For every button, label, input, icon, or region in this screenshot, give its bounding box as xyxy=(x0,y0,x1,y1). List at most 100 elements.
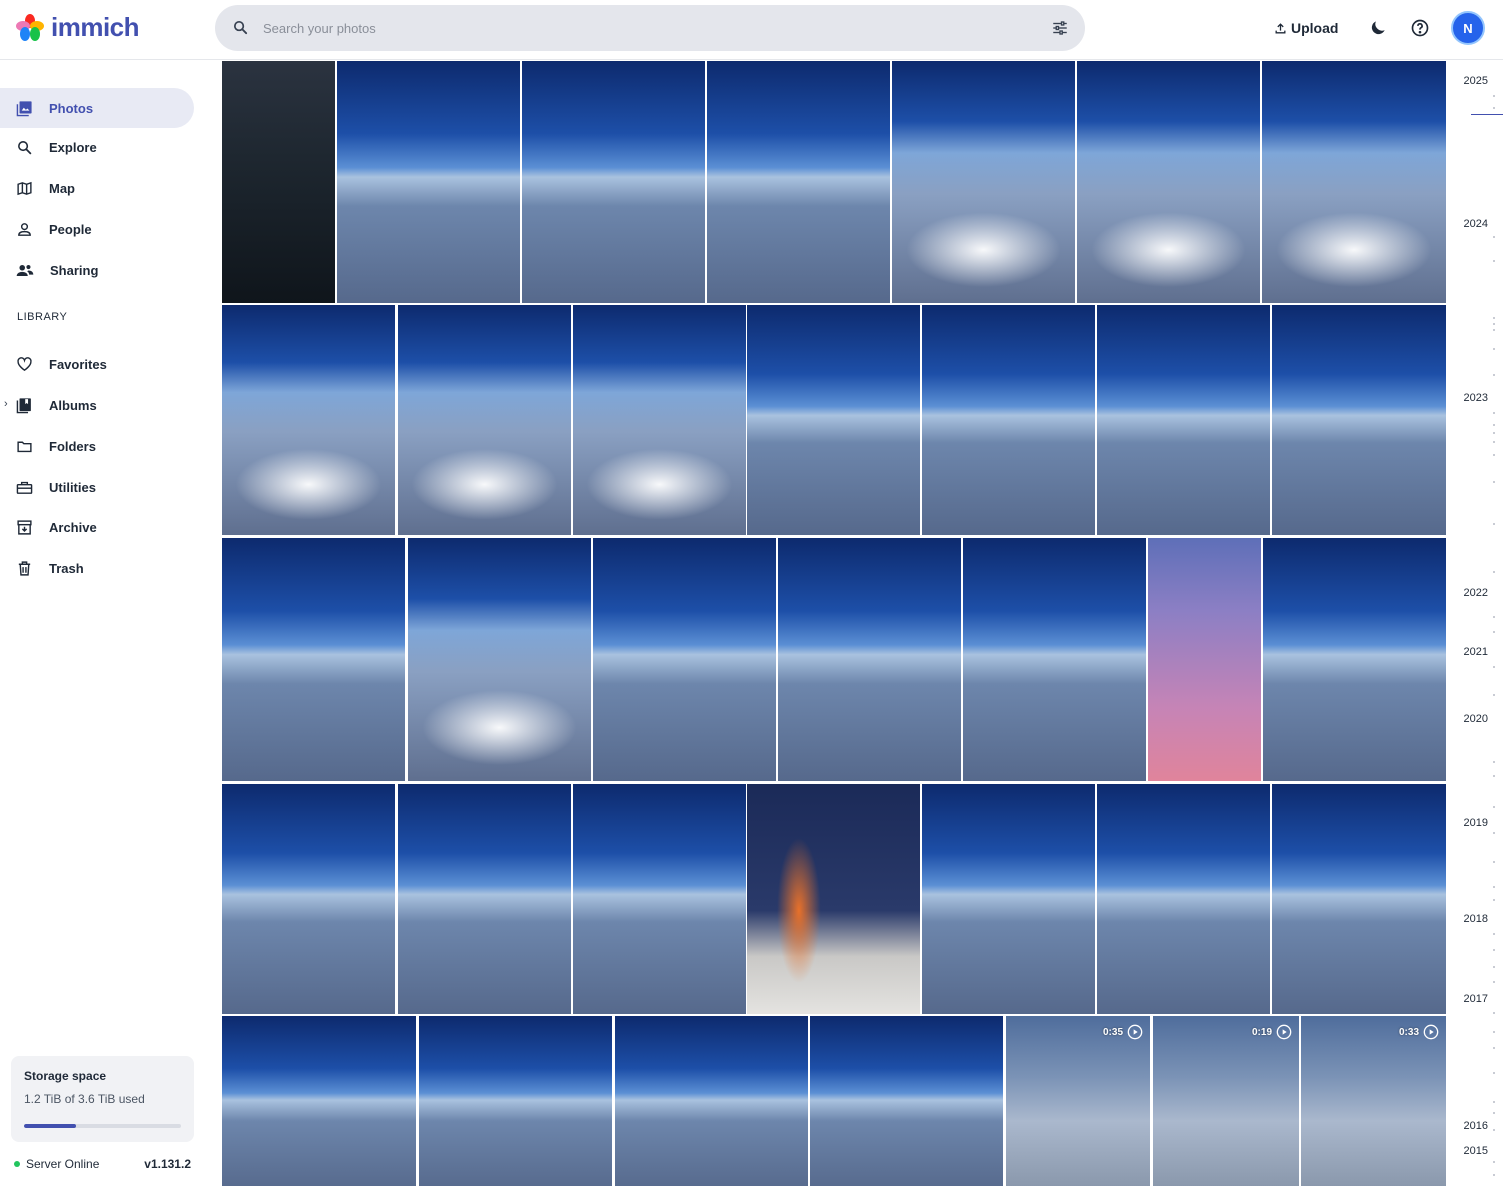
photo-thumbnail[interactable] xyxy=(522,61,705,303)
timeline-tick xyxy=(1493,775,1495,777)
search-filter-icon[interactable] xyxy=(1051,19,1069,42)
photo-thumbnail[interactable] xyxy=(1097,305,1270,535)
library-section-label: LIBRARY xyxy=(17,311,68,323)
timeline-tick xyxy=(1493,260,1495,262)
timeline-tick xyxy=(1493,523,1495,525)
photo-thumbnail[interactable] xyxy=(1148,538,1261,781)
sidebar-item-label: Folders xyxy=(49,438,96,454)
video-thumbnail[interactable]: 0:35 xyxy=(1006,1016,1150,1186)
timeline-tick xyxy=(1493,933,1495,935)
photo-thumbnail[interactable] xyxy=(419,1016,612,1186)
photo-thumbnail[interactable] xyxy=(573,305,746,535)
video-duration-label: 0:35 xyxy=(1102,1026,1123,1038)
timeline-tick xyxy=(1493,966,1495,968)
timeline-year-label[interactable]: 2024 xyxy=(1464,218,1488,230)
timeline-tick xyxy=(1493,832,1495,834)
immich-logo[interactable]: immich xyxy=(15,12,140,43)
timeline-position-indicator[interactable] xyxy=(1471,114,1503,115)
sidebar-item-people[interactable]: People xyxy=(0,209,194,249)
timeline-year-label[interactable]: 2020 xyxy=(1464,713,1488,725)
search-icon[interactable] xyxy=(232,19,249,41)
photo-thumbnail[interactable] xyxy=(222,1016,416,1186)
folder-icon xyxy=(17,441,32,452)
timeline-tick xyxy=(1493,323,1495,325)
photo-thumbnail[interactable] xyxy=(1097,784,1270,1014)
photo-thumbnail[interactable] xyxy=(1077,61,1260,303)
sidebar-item-label: Utilities xyxy=(49,479,96,495)
photo-thumbnail[interactable] xyxy=(747,305,920,535)
storage-title: Storage space xyxy=(24,1069,107,1083)
photo-thumbnail[interactable] xyxy=(778,538,961,781)
timeline-year-label[interactable]: 2025 xyxy=(1464,75,1488,87)
photo-thumbnail[interactable] xyxy=(408,538,591,781)
storage-usage: 1.2 TiB of 3.6 TiB used xyxy=(24,1092,145,1106)
photo-thumbnail[interactable] xyxy=(398,784,571,1014)
photo-thumbnail[interactable] xyxy=(222,784,395,1014)
photo-thumbnail[interactable] xyxy=(573,784,746,1014)
sidebar-item-photos[interactable]: Photos xyxy=(0,88,194,128)
photo-thumbnail[interactable] xyxy=(1262,61,1446,303)
sidebar-item-favorites[interactable]: Favorites xyxy=(0,344,194,384)
photo-thumbnail[interactable] xyxy=(1272,305,1446,535)
photo-thumbnail[interactable] xyxy=(892,61,1075,303)
photo-thumbnail[interactable] xyxy=(1263,538,1446,781)
photo-thumbnail[interactable] xyxy=(593,538,776,781)
timeline-scrubber[interactable]: 2025 2024 2023 2022 2021 2020 2019 2018 2017 2016… xyxy=(1446,61,1503,1186)
user-avatar[interactable]: N xyxy=(1451,11,1485,45)
timeline-year-label[interactable]: 2015 xyxy=(1464,1145,1488,1157)
storage-bar-fill xyxy=(24,1124,76,1128)
timeline-tick xyxy=(1493,1031,1495,1033)
timeline-tick xyxy=(1493,1101,1495,1103)
sidebar-item-map[interactable]: Map xyxy=(0,168,194,208)
server-version[interactable]: v1.131.2 xyxy=(144,1157,191,1171)
photo-thumbnail[interactable] xyxy=(398,305,571,535)
sidebar-item-folders[interactable]: Folders xyxy=(0,426,194,466)
search-bar[interactable] xyxy=(215,5,1085,51)
photo-thumbnail[interactable] xyxy=(707,61,890,303)
sidebar-item-trash[interactable]: Trash xyxy=(0,548,194,588)
video-thumbnail[interactable]: 0:19 xyxy=(1153,1016,1299,1186)
sidebar-item-label: People xyxy=(49,221,92,237)
photo-thumbnail[interactable] xyxy=(810,1016,1003,1186)
upload-icon xyxy=(1275,22,1286,33)
timeline-year-label[interactable]: 2017 xyxy=(1464,993,1488,1005)
search-input[interactable] xyxy=(263,5,1023,51)
photo-thumbnail[interactable] xyxy=(922,784,1095,1014)
timeline-tick xyxy=(1493,949,1495,951)
photo-thumbnail[interactable] xyxy=(615,1016,808,1186)
photo-thumbnail[interactable] xyxy=(747,784,920,1014)
photo-thumbnail[interactable] xyxy=(222,538,405,781)
timeline-tick xyxy=(1493,1012,1495,1014)
photo-thumbnail[interactable] xyxy=(222,305,395,535)
timeline-tick xyxy=(1493,95,1495,97)
timeline-tick xyxy=(1493,1129,1495,1131)
video-thumbnail[interactable]: 0:33 xyxy=(1301,1016,1446,1186)
photo-thumbnail[interactable] xyxy=(337,61,520,303)
photo-thumbnail[interactable] xyxy=(1272,784,1446,1014)
timeline-tick xyxy=(1493,806,1495,808)
sidebar-item-archive[interactable]: Archive xyxy=(0,507,194,547)
sidebar: Photos Explore Map People Sharing LIBRAR… xyxy=(0,61,210,1186)
timeline-tick xyxy=(1493,1047,1495,1049)
search-icon xyxy=(18,140,32,154)
timeline-tick xyxy=(1493,1174,1495,1176)
photo-thumbnail[interactable] xyxy=(963,538,1146,781)
dark-mode-button[interactable] xyxy=(1364,14,1392,42)
sidebar-item-albums[interactable]: Albums xyxy=(0,385,194,425)
timeline-year-label[interactable]: 2018 xyxy=(1464,913,1488,925)
timeline-year-label[interactable]: 2021 xyxy=(1464,646,1488,658)
sidebar-item-sharing[interactable]: Sharing xyxy=(0,250,194,290)
sidebar-item-explore[interactable]: Explore xyxy=(0,127,194,167)
upload-button[interactable]: Upload xyxy=(1268,14,1344,42)
photo-thumbnail[interactable] xyxy=(922,305,1095,535)
timeline-year-label[interactable]: 2022 xyxy=(1464,587,1488,599)
timeline-year-label[interactable]: 2019 xyxy=(1464,817,1488,829)
timeline-tick xyxy=(1493,631,1495,633)
timeline-year-label[interactable]: 2023 xyxy=(1464,392,1488,404)
sidebar-item-label: Albums xyxy=(49,397,97,413)
timeline-year-label[interactable]: 2016 xyxy=(1464,1120,1488,1132)
sidebar-item-utilities[interactable]: Utilities xyxy=(0,467,194,507)
timeline-tick xyxy=(1493,432,1495,434)
photo-thumbnail[interactable] xyxy=(222,61,335,303)
help-button[interactable] xyxy=(1406,14,1434,42)
